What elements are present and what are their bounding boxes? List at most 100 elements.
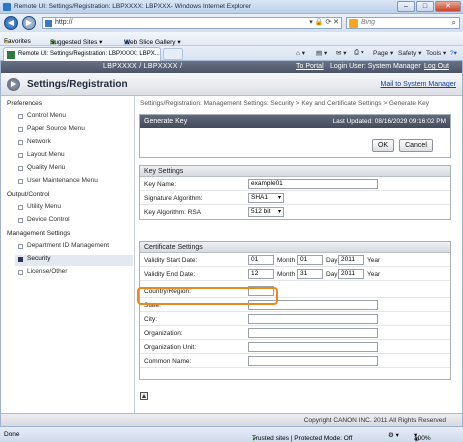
page-header: Settings/Registration Mail to System Man… [1,73,462,96]
sidebar-item-network[interactable]: Network [15,138,133,149]
organization-unit-label: Organization Unit: [144,344,197,351]
key-algorithm-row: Key Algorithm: RSA 512 bit ▾ [140,206,450,219]
validity-start-input-3[interactable]: 2011 [338,255,364,265]
signature-algorithm-label: Signature Algorithm: [144,195,203,202]
ok-button[interactable]: OK [372,139,394,152]
page-title: Settings/Registration [27,79,128,90]
validity-start-input-2[interactable]: 01 [297,255,323,265]
window-title-bar: Remote UI: Settings/Registration: LBPXXX… [0,0,463,14]
address-toolbar: ◀ ▶ http:// ▾ 🔒 ⟳ ✕ Bing ⌕ [0,14,463,32]
main-content: Settings/Registration: Management Settin… [137,96,462,426]
safety-menu[interactable]: Safety ▾ [398,49,422,57]
common-name-input[interactable] [248,356,378,366]
tab-favicon [7,51,15,59]
certificate-settings-section: Certificate Settings Validity Start Date… [139,241,451,380]
panel-header: Generate Key Last Updated: 08/16/2029 09… [140,115,450,128]
month-label: Month [277,271,296,278]
home-icon[interactable]: ⌂ ▾ [296,49,305,57]
validity-end-input-2[interactable]: 31 [297,269,323,279]
signature-algorithm-select[interactable]: SHA1 ▾ [248,193,284,203]
page-menu[interactable]: Page ▾ [373,49,393,57]
validity-start-input-1[interactable]: 01 [248,255,274,265]
city-input[interactable] [248,314,378,324]
breadcrumb: Settings/Registration: Management Settin… [140,100,430,107]
validity-end-input-3[interactable]: 2011 [338,269,364,279]
web-page: LBPXXXX / LBPXXXX / To Portal Login User… [0,61,463,426]
sidebar: Preferences Control Menu Paper Source Me… [1,96,135,426]
sidebar-item-control-menu[interactable]: Control Menu [15,112,133,123]
minimize-button[interactable]: – [397,1,415,12]
sidebar-item-quality-menu[interactable]: Quality Menu [15,164,133,175]
validity-end-label: Validity End Date: [144,271,196,278]
status-bar: Done ✔ Trusted sites | Protected Mode: O… [0,426,463,442]
device-name: LBPXXXX / LBPXXXX / [103,63,183,70]
day-label: Day [326,271,338,278]
validity-start-row: Validity Start Date: 01 Month 01 Day 201… [140,254,450,267]
organization-unit-input[interactable] [248,342,378,352]
login-user: Login User: System Manager [330,63,421,70]
organization-label: Organization: [144,330,183,337]
page-icon [45,20,52,27]
validity-end-input-1[interactable]: 12 [248,269,274,279]
zone-settings-icon[interactable]: ⚙ ▾ [388,431,399,439]
address-bar[interactable]: http:// ▾ 🔒 ⟳ ✕ [42,17,342,29]
month-label: Month [277,257,296,264]
cancel-button[interactable]: Cancel [399,139,433,152]
back-to-top[interactable] [139,392,451,402]
log-out-link[interactable]: Log Out [424,63,449,70]
key-algorithm-select[interactable]: 512 bit ▾ [248,207,284,217]
sidebar-item-department-id-management[interactable]: Department ID Management [15,242,133,253]
organization-input[interactable] [248,328,378,338]
forward-button[interactable]: ▶ [22,16,36,30]
search-icon[interactable]: ⌕ [452,18,456,28]
key-settings-section: Key Settings Key Name: example01 Signatu… [139,165,451,220]
sidebar-item-license-other[interactable]: License/Other [15,268,133,279]
organization-row: Organization: [140,327,450,340]
panel-title: Generate Key [144,118,188,125]
address-actions-icon[interactable]: ▾ 🔒 ⟳ ✕ [309,18,339,26]
settings-logo-icon [7,78,20,91]
back-to-top-icon [140,392,148,400]
zoom-level[interactable]: ⊕ 100% ▾ [414,431,431,442]
search-box[interactable]: Bing ⌕ [346,17,460,29]
key-name-label: Key Name: [144,181,177,188]
signature-algorithm-row: Signature Algorithm: SHA1 ▾ [140,192,450,205]
status-text: Done [4,431,20,438]
sidebar-item-utility-menu[interactable]: Utility Menu [15,203,133,214]
search-placeholder: Bing [361,19,376,26]
common-name-label: Common Name: [144,358,192,365]
mail-to-system-manager-link[interactable]: Mail to System Manager [381,81,456,88]
tab-title: Remote UI: Settings/Registration: LBPXXX… [18,51,160,57]
city-label: City: [144,316,157,323]
sidebar-item-layout-menu[interactable]: Layout Menu [15,151,133,162]
favorites-bar: ★ Favorites ▣ Suggested Sites ▾ ▣ Web Sl… [0,32,463,46]
browser-tab[interactable]: Remote UI: Settings/Registration: LBPXXX… [3,47,161,61]
address-text: http:// [55,19,73,26]
sidebar-item-device-control[interactable]: Device Control [15,216,133,227]
to-portal-link[interactable]: To Portal [296,63,324,70]
back-button[interactable]: ◀ [4,16,18,30]
country-region-highlight [137,287,278,305]
help-icon[interactable]: ?▾ [450,49,457,57]
sidebar-item-paper-source-menu[interactable]: Paper Source Menu [15,125,133,136]
new-tab-button[interactable] [163,48,183,60]
print-icon[interactable]: ⎙ ▾ [354,49,364,57]
key-algorithm-value: 512 bit [251,208,271,215]
close-button[interactable]: ✕ [435,1,461,12]
validity-end-row: Validity End Date: 12 Month 31 Day 2011 … [140,268,450,281]
maximize-button[interactable]: □ [416,1,434,12]
dropdown-arrow-icon: ▾ [277,195,281,201]
year-label: Year [367,257,381,264]
tools-menu[interactable]: Tools ▾ [426,49,446,57]
sidebar-item-security[interactable]: Security [15,255,133,266]
key-name-input[interactable]: example01 [248,179,378,189]
mail-icon[interactable]: ✉ ▾ [336,49,347,57]
sidebar-item-user-maintenance-menu[interactable]: User Maintenance Menu [15,177,133,188]
sidebar-section-output-control: Output/Control [7,191,50,198]
signature-algorithm-value: SHA1 [251,194,268,201]
device-top-bar: LBPXXXX / LBPXXXX / To Portal Login User… [1,61,462,73]
year-label: Year [367,271,381,278]
last-updated: Last Updated: 08/16/2029 09:16:02 PM [332,118,446,125]
feeds-icon[interactable]: ▤ ▾ [316,49,327,57]
city-row: City: [140,313,450,326]
